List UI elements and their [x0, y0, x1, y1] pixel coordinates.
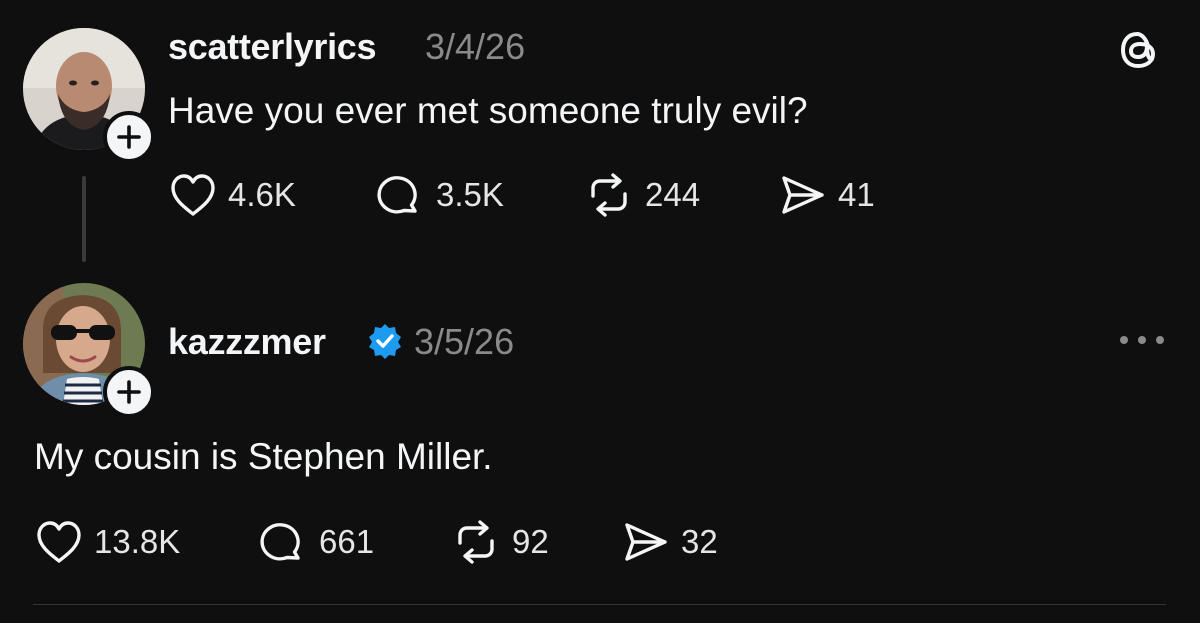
repost-button[interactable]: 244: [583, 171, 700, 219]
share-count: 32: [681, 523, 718, 560]
post-date: 3/5/26: [414, 321, 515, 362]
comment-icon: [377, 176, 417, 214]
post-text: Have you ever met someone truly evil?: [168, 90, 808, 131]
repost-count: 92: [512, 523, 549, 560]
post-date: 3/4/26: [425, 26, 526, 67]
threads-logo-icon[interactable]: [1117, 28, 1161, 77]
share-button[interactable]: 41: [778, 171, 875, 219]
username-kazzzmer[interactable]: kazzzmer: [168, 321, 326, 363]
repost-count: 244: [645, 176, 701, 213]
comment-icon: [260, 523, 300, 561]
follow-button-kazzzmer[interactable]: [103, 366, 155, 418]
send-icon: [782, 176, 824, 214]
repost-button[interactable]: 92: [450, 518, 549, 566]
repost-icon: [458, 520, 494, 564]
heart-icon: [171, 174, 215, 216]
reply-count: 661: [319, 523, 375, 560]
verified-badge-icon: [366, 322, 404, 365]
username-scatterlyrics[interactable]: scatterlyrics: [168, 26, 377, 68]
share-button[interactable]: 32: [621, 518, 718, 566]
like-count: 13.8K: [94, 523, 181, 560]
repost-icon: [591, 173, 627, 217]
follow-button-scatterlyrics[interactable]: [103, 111, 155, 163]
post-divider: [33, 604, 1166, 605]
send-icon: [625, 523, 667, 561]
plus-icon: [117, 125, 141, 149]
more-options-icon[interactable]: [1118, 333, 1166, 352]
like-button[interactable]: 4.6K: [168, 171, 296, 219]
like-button[interactable]: 13.8K: [34, 518, 180, 566]
thread-line: [82, 176, 86, 262]
post-text: My cousin is Stephen Miller.: [34, 436, 493, 477]
reply-button[interactable]: 661: [259, 518, 374, 566]
reply-count: 3.5K: [436, 176, 504, 213]
like-count: 4.6K: [228, 176, 296, 213]
share-count: 41: [838, 176, 875, 213]
reply-button[interactable]: 3.5K: [376, 171, 504, 219]
heart-icon: [37, 521, 81, 563]
plus-icon: [117, 380, 141, 404]
